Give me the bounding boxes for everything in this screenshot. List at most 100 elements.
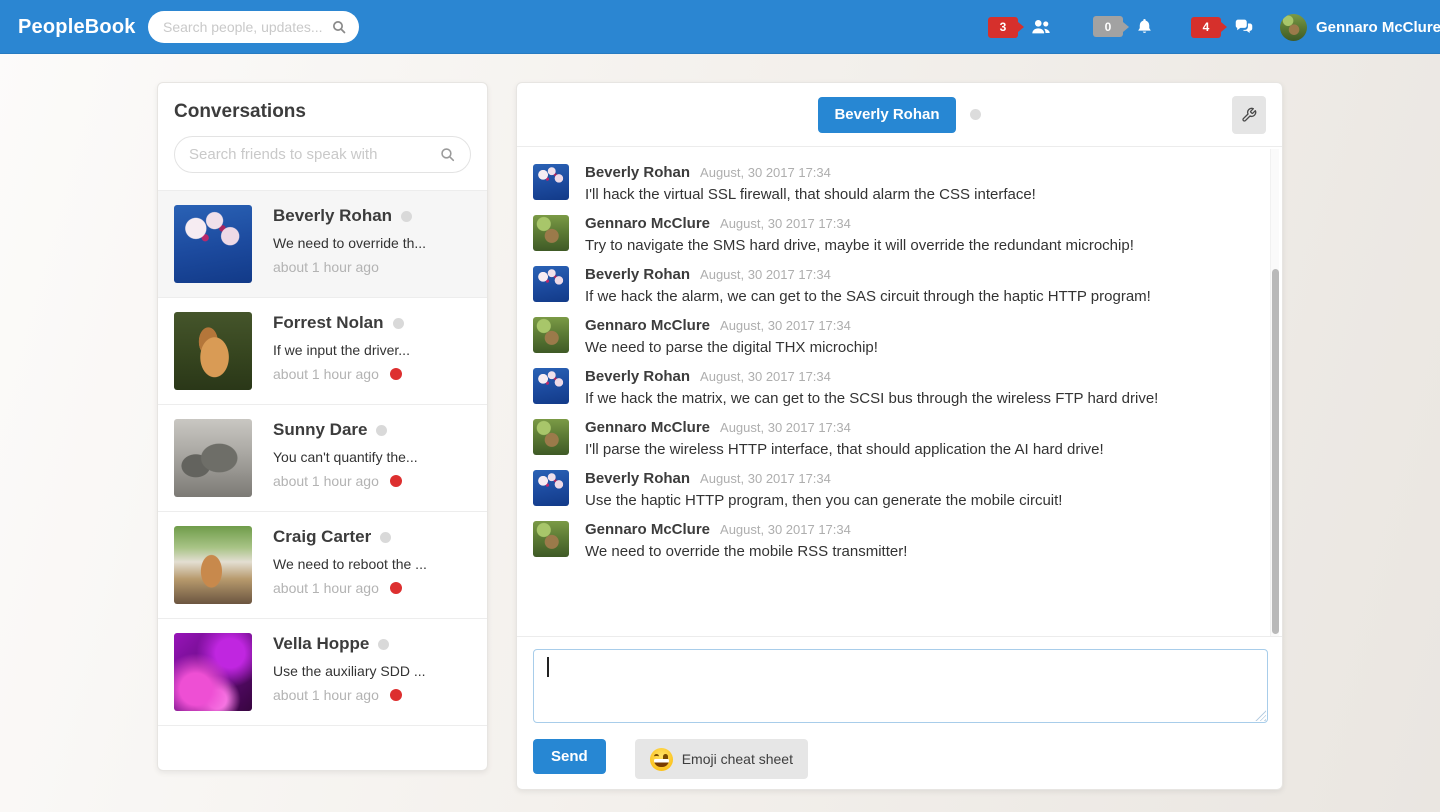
message-head: Gennaro McClure August, 30 2017 17:34: [585, 521, 907, 538]
users-badge-group[interactable]: 3: [988, 16, 1052, 38]
status-dot: [392, 317, 404, 329]
conversation-item-craig-carter[interactable]: Craig Carter We need to reboot the ... abo…: [158, 512, 487, 619]
chat-badge-group[interactable]: 4: [1191, 16, 1255, 38]
emoji-cheat-sheet-label: Emoji cheat sheet: [681, 751, 793, 767]
dog-avatar: [174, 526, 252, 604]
message-head: Beverly Rohan August, 30 2017 17:34: [585, 368, 1158, 385]
message-input[interactable]: [533, 649, 1268, 723]
status-dot: [376, 424, 388, 436]
unread-indicator-dot: [389, 368, 402, 380]
conversation-summary: Forrest Nolan If we input the driver... ab…: [273, 312, 410, 390]
message-head: Beverly Rohan August, 30 2017 17:34: [585, 266, 1151, 283]
conversation-time-row: about 1 hour ago: [273, 580, 427, 596]
chat-header: Beverly Rohan: [517, 83, 1282, 147]
conversation-name: Craig Carter: [273, 527, 372, 546]
conversation-summary: Craig Carter We need to reboot the ... abo…: [273, 526, 427, 604]
peoplebook-app: PeopleBook 3 0 4 Gennaro McClure Conversat…: [0, 0, 1440, 812]
message-text: If we hack the matrix, we can get to the…: [585, 390, 1159, 407]
message-body: Beverly Rohan August, 30 2017 17:34 If we …: [585, 266, 1151, 305]
message-body: Gennaro McClure August, 30 2017 17:34 Try …: [585, 215, 1134, 254]
turtle-avatar: [1280, 13, 1307, 41]
turtle-avatar: [533, 317, 569, 353]
message-author: Beverly Rohan: [585, 266, 691, 283]
status-dot: [380, 531, 392, 543]
orchid-avatar: [533, 266, 569, 302]
conversation-timestamp: about 1 hour ago: [273, 366, 379, 382]
status-dot: [401, 210, 413, 222]
orchid-avatar: [533, 164, 569, 200]
message-author: Gennaro McClure: [585, 317, 711, 334]
message-author: Beverly Rohan: [585, 164, 691, 181]
conversation-timestamp: about 1 hour ago: [273, 580, 379, 596]
conversation-item-vella-hoppe[interactable]: Vella Hoppe Use the auxiliary SDD ... abou…: [158, 619, 487, 726]
conversation-name: Sunny Dare: [273, 420, 368, 439]
message-row: Beverly Rohan August, 30 2017 17:34 If we …: [533, 266, 1264, 305]
message-text: If we hack the alarm, we can get to the …: [585, 288, 1151, 305]
message-body: Beverly Rohan August, 30 2017 17:34 I'll h…: [585, 164, 1036, 203]
orchid-avatar: [174, 205, 252, 283]
conversation-name-row: Beverly Rohan: [273, 206, 426, 226]
conversation-item-beverly-rohan[interactable]: Beverly Rohan We need to override th... ab…: [158, 191, 487, 298]
chat-panel: Beverly Rohan Beverly Rohan August, 30 20…: [516, 82, 1283, 790]
message-author: Gennaro McClure: [585, 521, 711, 538]
grinning-emoji-icon: [649, 747, 673, 771]
composer-actions: Send Emoji cheat sheet: [533, 739, 808, 779]
chat-scrollbar-thumb[interactable]: [1272, 269, 1279, 634]
conversation-name: Beverly Rohan: [273, 206, 393, 225]
message-composer: [533, 649, 1268, 723]
conversation-time-row: about 1 hour ago: [273, 473, 418, 489]
conversation-item-forrest-nolan[interactable]: Forrest Nolan If we input the driver... ab…: [158, 298, 487, 405]
conversation-time-row: about 1 hour ago: [273, 366, 410, 382]
conversation-item-sunny-dare[interactable]: Sunny Dare You can't quantify the... about…: [158, 405, 487, 512]
chat-settings-button[interactable]: [1232, 96, 1266, 134]
send-button[interactable]: Send: [533, 739, 606, 774]
conversations-title: Conversations: [174, 101, 306, 122]
brand-logo[interactable]: PeopleBook: [18, 0, 136, 54]
emoji-cheat-sheet-button[interactable]: Emoji cheat sheet: [634, 739, 808, 779]
bell-icon: [1135, 17, 1154, 36]
conversation-list: Beverly Rohan We need to override th... ab…: [158, 190, 487, 726]
message-author: Gennaro McClure: [585, 419, 711, 436]
chat-scrollbar-track[interactable]: [1270, 149, 1279, 636]
message-head: Beverly Rohan August, 30 2017 17:34: [585, 470, 1062, 487]
message-timestamp: August, 30 2017 17:34: [700, 369, 831, 384]
conversation-name-row: Forrest Nolan: [273, 313, 410, 333]
conversation-preview: We need to override th...: [273, 235, 427, 251]
message-head: Gennaro McClure August, 30 2017 17:34: [585, 317, 878, 334]
message-timestamp: August, 30 2017 17:34: [720, 522, 851, 537]
friends-search: [174, 136, 471, 173]
message-head: Beverly Rohan August, 30 2017 17:34: [585, 164, 1036, 181]
conversation-timestamp: about 1 hour ago: [273, 259, 379, 275]
global-search: [148, 11, 359, 43]
conversation-name: Vella Hoppe: [273, 634, 370, 653]
turtle-avatar: [533, 419, 569, 455]
search-icon: [441, 148, 455, 162]
notification-count-badge: 0: [1093, 16, 1123, 37]
conversation-summary: Vella Hoppe Use the auxiliary SDD ... abou…: [273, 633, 426, 711]
current-user-menu[interactable]: Gennaro McClure: [1280, 0, 1440, 54]
message-author: Beverly Rohan: [585, 470, 691, 487]
message-author: Beverly Rohan: [585, 368, 691, 385]
turtle-avatar: [533, 215, 569, 251]
turtle-avatar: [533, 521, 569, 557]
message-text: We need to parse the digital THX microch…: [585, 339, 878, 356]
message-timestamp: August, 30 2017 17:34: [700, 267, 831, 282]
conversation-time-row: about 1 hour ago: [273, 687, 426, 703]
message-row: Gennaro McClure August, 30 2017 17:34 I'll…: [533, 419, 1264, 458]
peer-name-button[interactable]: Beverly Rohan: [818, 96, 956, 133]
conversation-time-row: about 1 hour ago: [273, 259, 426, 275]
text-cursor: [547, 657, 549, 677]
global-search-input[interactable]: [163, 19, 331, 35]
conversation-summary: Beverly Rohan We need to override th... ab…: [273, 205, 426, 283]
search-icon: [333, 21, 346, 34]
bell-badge-group[interactable]: 0: [1093, 16, 1154, 37]
conversation-name-row: Craig Carter: [273, 527, 427, 547]
messages-divider: [517, 636, 1282, 637]
message-body: Gennaro McClure August, 30 2017 17:34 I'll…: [585, 419, 1104, 458]
message-timestamp: August, 30 2017 17:34: [720, 318, 851, 333]
conversation-name-row: Vella Hoppe: [273, 634, 426, 654]
message-timestamp: August, 30 2017 17:34: [720, 216, 851, 231]
peer-status-dot: [969, 109, 981, 120]
wrench-icon: [1242, 107, 1257, 122]
friends-search-input[interactable]: [189, 146, 439, 163]
